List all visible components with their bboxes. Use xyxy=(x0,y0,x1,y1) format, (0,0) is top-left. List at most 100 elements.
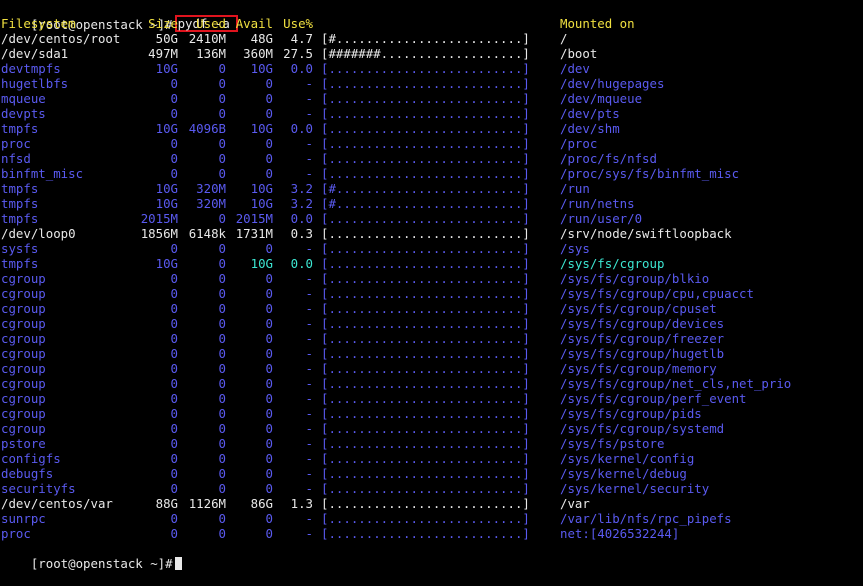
use-percent-cell: 0.0 xyxy=(290,61,313,76)
filesystem-cell: cgroup xyxy=(1,391,46,406)
size-cell: 0 xyxy=(170,361,178,376)
use-percent-cell: - xyxy=(305,526,313,541)
used-cell: 0 xyxy=(218,466,226,481)
table-row: cgroup 0 0 0 - [..........................] /s… xyxy=(1,361,863,376)
use-percent-cell: - xyxy=(305,436,313,451)
avail-cell: 0 xyxy=(265,376,273,391)
header-mounted-on: Mounted on xyxy=(560,16,635,31)
table-row: proc 0 0 0 - [..........................] net:… xyxy=(1,526,863,541)
filesystem-cell: pstore xyxy=(1,436,46,451)
final-prompt-line[interactable]: [root@openstack ~]# xyxy=(1,541,863,571)
use-percent-cell: 0.3 xyxy=(290,226,313,241)
size-cell: 0 xyxy=(170,436,178,451)
used-cell: 0 xyxy=(218,526,226,541)
usage-bar: [..........................] xyxy=(321,481,530,496)
usage-bar: [..........................] xyxy=(321,151,530,166)
usage-bar: [..........................] xyxy=(321,76,530,91)
used-cell: 0 xyxy=(218,331,226,346)
used-cell: 0 xyxy=(218,376,226,391)
filesystem-cell: cgroup xyxy=(1,331,46,346)
table-row: cgroup 0 0 0 - [..........................] /s… xyxy=(1,331,863,346)
filesystem-cell: cgroup xyxy=(1,316,46,331)
mount-point-cell: /run/user/0 xyxy=(560,211,643,226)
table-row: configfs 0 0 0 - [..........................]… xyxy=(1,451,863,466)
filesystem-cell: cgroup xyxy=(1,376,46,391)
used-cell: 2410M xyxy=(188,31,226,46)
use-percent-cell: - xyxy=(305,376,313,391)
usage-bar: [..........................] xyxy=(321,526,530,541)
filesystem-cell: hugetlbfs xyxy=(1,76,69,91)
filesystem-cell: proc xyxy=(1,526,31,541)
header-filesystem: Filesystem xyxy=(1,16,76,31)
use-percent-cell: - xyxy=(305,136,313,151)
filesystem-cell: nfsd xyxy=(1,151,31,166)
text-cursor xyxy=(174,557,182,570)
filesystem-cell: mqueue xyxy=(1,91,46,106)
usage-bar: [..........................] xyxy=(321,226,530,241)
table-header: Filesystem Size Used Avail Use% Mounted … xyxy=(1,16,863,31)
avail-cell: 10G xyxy=(250,256,273,271)
table-row: /dev/centos/root 50G 2410M 48G 4.7 [#........… xyxy=(1,31,863,46)
filesystem-cell: tmpfs xyxy=(1,121,39,136)
mount-point-cell: /dev/mqueue xyxy=(560,91,643,106)
usage-bar: [..........................] xyxy=(321,106,530,121)
avail-cell: 0 xyxy=(265,421,273,436)
size-cell: 0 xyxy=(170,391,178,406)
shell-prompt: [root@openstack ~]# xyxy=(30,556,173,571)
filesystem-cell: cgroup xyxy=(1,421,46,436)
avail-cell: 0 xyxy=(265,466,273,481)
mount-point-cell: /sys/fs/cgroup/systemd xyxy=(560,421,725,436)
usage-bar: [..........................] xyxy=(321,406,530,421)
table-row: /dev/loop0 1856M 6148k 1731M 0.3 [...........… xyxy=(1,226,863,241)
mount-point-cell: /dev xyxy=(560,61,590,76)
usage-bar: [..........................] xyxy=(321,286,530,301)
size-cell: 0 xyxy=(170,451,178,466)
avail-cell: 0 xyxy=(265,451,273,466)
avail-cell: 0 xyxy=(265,271,273,286)
avail-cell: 0 xyxy=(265,166,273,181)
used-cell: 0 xyxy=(218,151,226,166)
table-row: cgroup 0 0 0 - [..........................] /s… xyxy=(1,346,863,361)
terminal-window[interactable]: [root@openstack ~]# pydf -a Filesystem Si… xyxy=(1,1,863,571)
filesystem-cell: tmpfs xyxy=(1,256,39,271)
used-cell: 1126M xyxy=(188,496,226,511)
size-cell: 0 xyxy=(170,376,178,391)
filesystem-cell: binfmt_misc xyxy=(1,166,84,181)
use-percent-cell: - xyxy=(305,76,313,91)
mount-point-cell: /dev/pts xyxy=(560,106,620,121)
used-cell: 0 xyxy=(218,256,226,271)
filesystem-cell: devtmpfs xyxy=(1,61,61,76)
avail-cell: 10G xyxy=(250,181,273,196)
use-percent-cell: - xyxy=(305,466,313,481)
use-percent-cell: - xyxy=(305,331,313,346)
avail-cell: 0 xyxy=(265,436,273,451)
use-percent-cell: 0.0 xyxy=(290,211,313,226)
use-percent-cell: - xyxy=(305,241,313,256)
usage-bar: [..........................] xyxy=(321,421,530,436)
usage-bar: [..........................] xyxy=(321,301,530,316)
use-percent-cell: - xyxy=(305,451,313,466)
mount-point-cell: /sys/fs/cgroup/pids xyxy=(560,406,702,421)
use-percent-cell: - xyxy=(305,151,313,166)
used-cell: 320M xyxy=(196,196,226,211)
used-cell: 0 xyxy=(218,511,226,526)
table-row: cgroup 0 0 0 - [..........................] /s… xyxy=(1,271,863,286)
usage-bar: [#.........................] xyxy=(321,31,530,46)
usage-bar: [#.........................] xyxy=(321,181,530,196)
usage-bar: [..........................] xyxy=(321,316,530,331)
avail-cell: 0 xyxy=(265,526,273,541)
avail-cell: 0 xyxy=(265,136,273,151)
used-cell: 0 xyxy=(218,166,226,181)
use-percent-cell: - xyxy=(305,421,313,436)
size-cell: 10G xyxy=(155,61,178,76)
use-percent-cell: - xyxy=(305,391,313,406)
mount-point-cell: net:[4026532244] xyxy=(560,526,680,541)
table-row: tmpfs 10G 0 10G 0.0 [........................… xyxy=(1,256,863,271)
usage-bar: [..........................] xyxy=(321,271,530,286)
mount-point-cell: /var/lib/nfs/rpc_pipefs xyxy=(560,511,732,526)
use-percent-cell: 0.0 xyxy=(290,121,313,136)
table-row: cgroup 0 0 0 - [..........................] /s… xyxy=(1,376,863,391)
size-cell: 0 xyxy=(170,481,178,496)
table-row: binfmt_misc 0 0 0 - [........................… xyxy=(1,166,863,181)
used-cell: 4096B xyxy=(188,121,226,136)
